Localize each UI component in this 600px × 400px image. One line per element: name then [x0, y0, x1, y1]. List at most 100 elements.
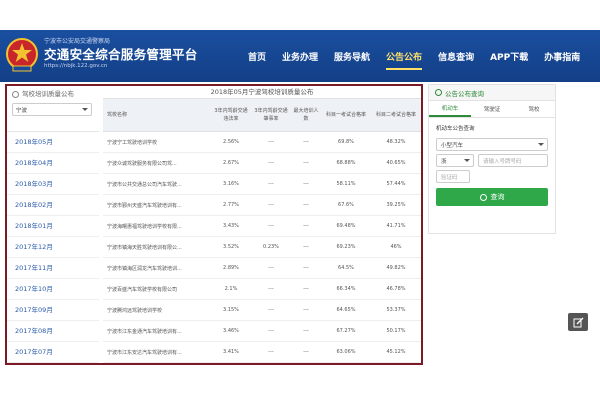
chevron-down-icon — [464, 159, 470, 162]
nav-business[interactable]: 业务办理 — [274, 30, 326, 82]
sidebar-header: 驾校培训质量公布 宁波 — [7, 86, 99, 132]
feedback-edit-button[interactable] — [568, 313, 588, 331]
table-cell: --- — [268, 307, 274, 313]
search-icon — [479, 193, 487, 201]
table-row: 宁波众诚驾驶服务有限公司驾... 2.67% --- --- 68.88% 40.65% — [103, 153, 421, 174]
nav-app-download[interactable]: APP下载 — [482, 30, 536, 82]
nav-guide[interactable]: 办事指南 — [536, 30, 588, 82]
main-nav: 首页 业务办理 服务导航 公告公布 信息查询 APP下载 办事指南 — [240, 30, 588, 82]
table-cell: 69.23% — [336, 244, 356, 250]
table-cell: --- — [268, 181, 274, 187]
table-cell: 64.5% — [338, 265, 354, 271]
query-button[interactable]: 查询 — [436, 188, 548, 206]
table-cell: 3.52% — [223, 244, 239, 250]
plate-row: 浙 请输入号牌号码 — [436, 154, 548, 167]
tab-license[interactable]: 驾驶证 — [471, 101, 513, 117]
table-cell: 63.06% — [336, 349, 356, 355]
table-cell: --- — [268, 223, 274, 229]
nav-announcements[interactable]: 公告公布 — [378, 30, 430, 82]
school-name-cell: 宁波市镇海天胜驾驶培训有限公... — [107, 244, 182, 251]
table-cell: 69.8% — [338, 139, 354, 145]
vehicle-type-select[interactable]: 小型汽车 — [436, 138, 548, 151]
chevron-down-icon — [82, 108, 88, 111]
table-cell: 67.6% — [338, 202, 354, 208]
column-header: 最大培训人数 — [293, 108, 319, 122]
table-cell: 2.67% — [223, 160, 239, 166]
table-cell: 3.15% — [223, 307, 239, 313]
plate-prefix-select[interactable]: 浙 — [436, 154, 474, 167]
tab-driving-school[interactable]: 驾校 — [513, 101, 555, 117]
plate-prefix-value: 浙 — [441, 159, 447, 165]
month-link[interactable]: 2017年10月 — [7, 279, 99, 300]
table-row: 宁波腾鸿远驾驶培训学校 3.15% --- --- 64.65% 53.37% — [103, 300, 421, 321]
tab-vehicle[interactable]: 机动车 — [429, 101, 471, 117]
gear-icon — [12, 91, 19, 98]
table-row: 宁波市江东安达汽车驾驶培训有... 3.41% --- --- 63.06% 45.12% — [103, 342, 421, 363]
table-cell: 39.25% — [386, 202, 406, 208]
captcha-input[interactable]: 验证码 — [436, 170, 470, 183]
table-cell: 57.44% — [386, 181, 406, 187]
month-sidebar: 驾校培训质量公布 宁波 2018年05月 2018年04月 2018年03月 2… — [7, 86, 99, 363]
site-title: 交通安全综合服务管理平台 — [44, 47, 198, 62]
table-cell: 2.77% — [223, 202, 239, 208]
query-panel-title: 公告公布查询 — [445, 89, 484, 98]
column-header: 3年内驾龄交通肇事率 — [254, 108, 288, 122]
table-cell: --- — [303, 244, 309, 250]
table-cell: --- — [303, 202, 309, 208]
sidebar-title-text: 驾校培训质量公布 — [22, 90, 74, 98]
table-row: 宁波百盛汽车驾驶学校有限公司 2.1% --- --- 66.34% 46.78% — [103, 279, 421, 300]
table-cell: 0.23% — [263, 244, 279, 250]
table-cell: --- — [268, 286, 274, 292]
table-cell: 46.78% — [386, 286, 406, 292]
table-cell: --- — [303, 349, 309, 355]
school-name-cell: 宁波市公共交通总公司汽车驾驶... — [107, 181, 182, 188]
table-cell: 58.11% — [336, 181, 356, 187]
table-cell: --- — [303, 328, 309, 334]
nav-home[interactable]: 首页 — [240, 30, 274, 82]
city-select[interactable]: 宁波 — [12, 103, 92, 116]
table-cell: 40.65% — [386, 160, 406, 166]
month-link[interactable]: 2017年12月 — [7, 237, 99, 258]
table-cell: 50.17% — [386, 328, 406, 334]
month-link[interactable]: 2018年03月 — [7, 174, 99, 195]
school-name-cell: 宁波海曙惠福驾驶培训学校有限... — [107, 223, 182, 230]
month-link[interactable]: 2018年01月 — [7, 216, 99, 237]
police-emblem-icon — [6, 38, 38, 72]
city-select-value: 宁波 — [16, 108, 28, 114]
month-link[interactable]: 2018年04月 — [7, 153, 99, 174]
table-cell: 2.89% — [223, 265, 239, 271]
table-row: 宁波宁工驾驶培训学校 2.56% --- --- 69.8% 48.32% — [103, 132, 421, 153]
month-link[interactable]: 2017年07月 — [7, 342, 99, 363]
column-header: 科目二考试合格率 — [375, 112, 416, 118]
table-cell: 3.16% — [223, 181, 239, 187]
vehicle-query-label: 机动车公告查询 — [436, 126, 475, 132]
school-name-cell: 宁波市镇海区润龙汽车驾驶培训... — [107, 265, 182, 272]
nav-info-query[interactable]: 信息查询 — [430, 30, 482, 82]
table-cell: --- — [268, 328, 274, 334]
column-header: 驾校名称 — [107, 112, 128, 118]
month-link[interactable]: 2017年11月 — [7, 258, 99, 279]
school-name-cell: 宁波百盛汽车驾驶学校有限公司 — [107, 286, 178, 293]
month-link[interactable]: 2018年02月 — [7, 195, 99, 216]
vehicle-type-value: 小型汽车 — [441, 143, 464, 149]
table-cell: 67.27% — [336, 328, 356, 334]
table-cell: 66.34% — [336, 286, 356, 292]
column-header: 3年内驾龄交通违法率 — [214, 108, 248, 122]
month-link[interactable]: 2017年09月 — [7, 300, 99, 321]
announcement-query-panel: 公告公布查询 机动车 驾驶证 驾校 机动车公告查询 小型汽车 浙 请输入号牌号码… — [428, 84, 556, 234]
table-cell: 2.56% — [223, 139, 239, 145]
month-link[interactable]: 2017年08月 — [7, 321, 99, 342]
page: 宁波市公安局交通警察局 交通安全综合服务管理平台 https://nbjk.12… — [0, 0, 600, 400]
table-cell: --- — [268, 202, 274, 208]
site-header: 宁波市公安局交通警察局 交通安全综合服务管理平台 https://nbjk.12… — [0, 30, 600, 82]
table-header: 驾校名称 3年内驾龄交通违法率 3年内驾龄交通肇事率 最大培训人数 科目一考试合… — [103, 98, 421, 132]
table-cell: 53.37% — [386, 307, 406, 313]
plate-number-input[interactable]: 请输入号牌号码 — [478, 154, 548, 167]
school-name-cell: 宁波市鄞州天盛汽车驾驶培训有... — [107, 202, 182, 209]
table-cell: --- — [303, 286, 309, 292]
month-link[interactable]: 2018年05月 — [7, 132, 99, 153]
table-cell: 2.1% — [224, 286, 238, 292]
training-quality-panel: 驾校培训质量公布 宁波 2018年05月 2018年04月 2018年03月 2… — [5, 84, 423, 365]
query-panel-header: 公告公布查询 — [429, 85, 555, 101]
nav-service-guide[interactable]: 服务导航 — [326, 30, 378, 82]
